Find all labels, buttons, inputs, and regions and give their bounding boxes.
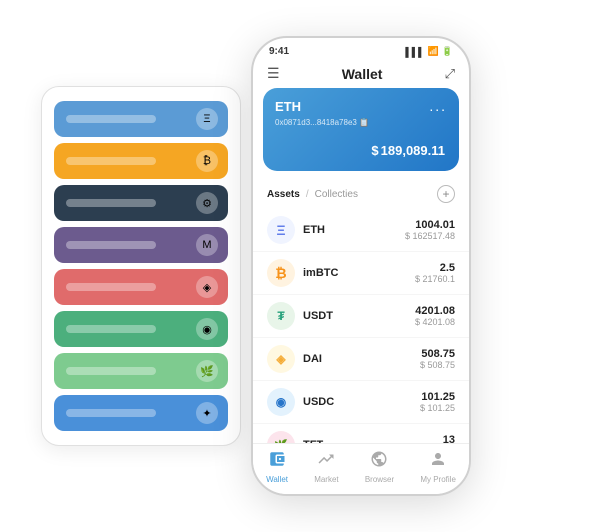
tab-collecties[interactable]: Collecties bbox=[315, 189, 358, 200]
card-icon-7: 🌿 bbox=[196, 360, 218, 382]
market-icon bbox=[317, 450, 335, 473]
asset-list: Ξ ETH 1004.01 $ 162517.48 ₿ imBTC 2.5 $ … bbox=[253, 209, 469, 467]
imbtc-name: imBTC bbox=[303, 267, 415, 279]
wifi-icon: 📶 bbox=[428, 46, 439, 57]
profile-label: My Profile bbox=[420, 475, 456, 484]
eth-amounts: 1004.01 $ 162517.48 bbox=[405, 219, 455, 241]
dai-icon: ◈ bbox=[267, 345, 295, 373]
card-icon-4: M bbox=[196, 234, 218, 256]
card-text-2 bbox=[66, 157, 156, 165]
card-text-8 bbox=[66, 409, 156, 417]
eth-more-button[interactable]: ... bbox=[429, 98, 447, 114]
usdt-qty: 4201.08 bbox=[415, 305, 455, 317]
card-icon-3: ⚙ bbox=[196, 192, 218, 214]
nav-profile[interactable]: My Profile bbox=[420, 450, 456, 484]
assets-tabs: Assets / Collecties bbox=[267, 189, 358, 200]
asset-item-dai[interactable]: ◈ DAI 508.75 $ 508.75 bbox=[253, 338, 469, 381]
card-text-7 bbox=[66, 367, 156, 375]
imbtc-amounts: 2.5 $ 21760.1 bbox=[415, 262, 455, 284]
nav-title: Wallet bbox=[342, 66, 383, 82]
card-stack: Ξ ₿ ⚙ M ◈ ◉ 🌿 ✦ bbox=[41, 86, 241, 446]
eth-name: ETH bbox=[303, 224, 405, 236]
balance-value: 189,089.11 bbox=[381, 143, 445, 158]
eth-qty: 1004.01 bbox=[405, 219, 455, 231]
status-bar: 9:41 ▌▌▌ 📶 🔋 bbox=[253, 38, 469, 61]
usdt-icon: ₮ bbox=[267, 302, 295, 330]
balance-symbol: $ bbox=[371, 143, 378, 158]
nav-market[interactable]: Market bbox=[314, 450, 338, 484]
assets-header: Assets / Collecties + bbox=[253, 181, 469, 209]
stack-card-2[interactable]: ₿ bbox=[54, 143, 228, 179]
card-icon-8: ✦ bbox=[196, 402, 218, 424]
card-icon-6: ◉ bbox=[196, 318, 218, 340]
eth-address: 0x0871d3...8418a78e3 📋 bbox=[275, 118, 447, 127]
wallet-label: Wallet bbox=[266, 475, 288, 484]
battery-icon: 🔋 bbox=[442, 46, 453, 57]
usdc-usd: $ 101.25 bbox=[420, 403, 455, 413]
signal-icon: ▌▌▌ bbox=[405, 47, 424, 57]
stack-card-1[interactable]: Ξ bbox=[54, 101, 228, 137]
card-icon-2: ₿ bbox=[196, 150, 218, 172]
stack-card-4[interactable]: M bbox=[54, 227, 228, 263]
eth-card-header: ETH ... bbox=[275, 98, 447, 114]
asset-item-usdc[interactable]: ◉ USDC 101.25 $ 101.25 bbox=[253, 381, 469, 424]
usdc-icon: ◉ bbox=[267, 388, 295, 416]
profile-icon bbox=[429, 450, 447, 473]
stack-card-5[interactable]: ◈ bbox=[54, 269, 228, 305]
usdt-name: USDT bbox=[303, 310, 415, 322]
stack-card-6[interactable]: ◉ bbox=[54, 311, 228, 347]
stack-card-7[interactable]: 🌿 bbox=[54, 353, 228, 389]
top-nav: ☰ Wallet ⤢ bbox=[253, 61, 469, 88]
status-icons: ▌▌▌ 📶 🔋 bbox=[405, 46, 453, 57]
nav-browser[interactable]: Browser bbox=[365, 450, 394, 484]
nav-wallet[interactable]: Wallet bbox=[266, 450, 288, 484]
card-text-3 bbox=[66, 199, 156, 207]
eth-balance: $189,089.11 bbox=[275, 135, 447, 161]
dai-amounts: 508.75 $ 508.75 bbox=[420, 348, 455, 370]
imbtc-icon: ₿ bbox=[267, 259, 295, 287]
scene: Ξ ₿ ⚙ M ◈ ◉ 🌿 ✦ bbox=[21, 16, 581, 516]
usdc-name: USDC bbox=[303, 396, 420, 408]
card-text-6 bbox=[66, 325, 156, 333]
imbtc-qty: 2.5 bbox=[415, 262, 455, 274]
usdc-qty: 101.25 bbox=[420, 391, 455, 403]
usdt-usd: $ 4201.08 bbox=[415, 317, 455, 327]
stack-card-8[interactable]: ✦ bbox=[54, 395, 228, 431]
card-text-4 bbox=[66, 241, 156, 249]
browser-label: Browser bbox=[365, 475, 394, 484]
eth-icon: Ξ bbox=[267, 216, 295, 244]
wallet-icon bbox=[268, 450, 286, 473]
imbtc-usd: $ 21760.1 bbox=[415, 274, 455, 284]
asset-item-imbtc[interactable]: ₿ imBTC 2.5 $ 21760.1 bbox=[253, 252, 469, 295]
status-time: 9:41 bbox=[269, 46, 289, 57]
card-icon-5: ◈ bbox=[196, 276, 218, 298]
dai-qty: 508.75 bbox=[420, 348, 455, 360]
eth-label: ETH bbox=[275, 99, 301, 114]
market-label: Market bbox=[314, 475, 338, 484]
eth-card[interactable]: ETH ... 0x0871d3...8418a78e3 📋 $189,089.… bbox=[263, 88, 459, 171]
tab-divider: / bbox=[306, 189, 309, 200]
dai-name: DAI bbox=[303, 353, 420, 365]
stack-card-3[interactable]: ⚙ bbox=[54, 185, 228, 221]
eth-usd: $ 162517.48 bbox=[405, 231, 455, 241]
bottom-nav: Wallet Market Browser My Profile bbox=[253, 443, 469, 494]
phone-frame: 9:41 ▌▌▌ 📶 🔋 ☰ Wallet ⤢ ETH ... 0x0871d3… bbox=[251, 36, 471, 496]
expand-icon[interactable]: ⤢ bbox=[445, 66, 455, 82]
card-text-5 bbox=[66, 283, 156, 291]
menu-icon[interactable]: ☰ bbox=[267, 65, 280, 82]
card-text-1 bbox=[66, 115, 156, 123]
asset-item-usdt[interactable]: ₮ USDT 4201.08 $ 4201.08 bbox=[253, 295, 469, 338]
tab-assets[interactable]: Assets bbox=[267, 189, 300, 200]
card-icon-1: Ξ bbox=[196, 108, 218, 130]
usdt-amounts: 4201.08 $ 4201.08 bbox=[415, 305, 455, 327]
add-asset-button[interactable]: + bbox=[437, 185, 455, 203]
browser-icon bbox=[370, 450, 388, 473]
asset-item-eth[interactable]: Ξ ETH 1004.01 $ 162517.48 bbox=[253, 209, 469, 252]
usdc-amounts: 101.25 $ 101.25 bbox=[420, 391, 455, 413]
dai-usd: $ 508.75 bbox=[420, 360, 455, 370]
